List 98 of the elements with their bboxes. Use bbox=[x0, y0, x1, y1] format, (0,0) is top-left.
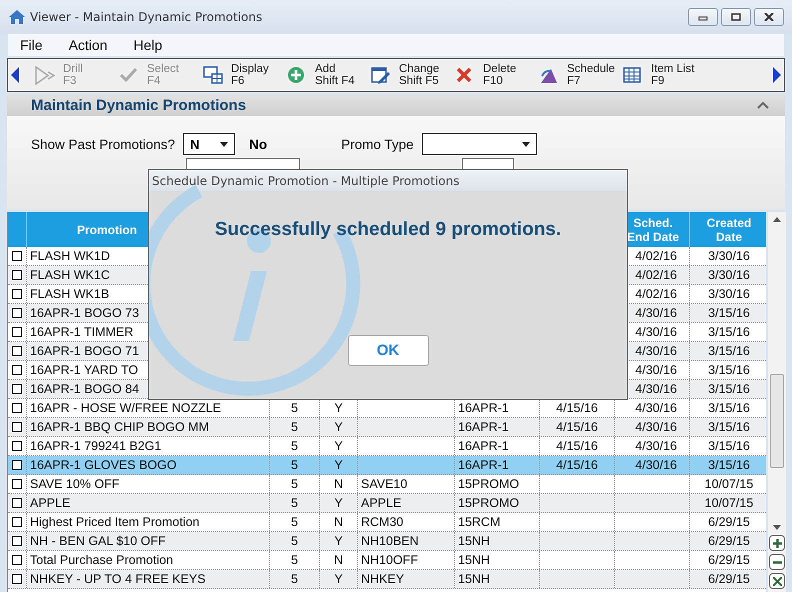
table-cell: 3/30/16 bbox=[708, 268, 750, 282]
table-cell: 3/15/16 bbox=[708, 401, 750, 415]
table-cell: 4/15/16 bbox=[556, 401, 598, 415]
table-cell: N bbox=[334, 553, 344, 567]
table-cell: 3/30/16 bbox=[708, 287, 750, 301]
table-cell: 5 bbox=[291, 401, 298, 415]
table-cell: Total Purchase Promotion bbox=[30, 553, 174, 567]
table-cell: 15PROMO bbox=[458, 477, 520, 491]
table-cell: 5 bbox=[291, 534, 298, 548]
table-cell: 16APR-1 BOGO 73 bbox=[30, 306, 140, 320]
table-cell: 4/30/16 bbox=[635, 325, 677, 339]
table-cell: 3/30/16 bbox=[708, 249, 750, 263]
filter-label: Show Past Promotions? bbox=[31, 136, 176, 152]
table-cell: 6/29/15 bbox=[708, 553, 750, 567]
window-title: Viewer - Maintain Dynamic Promotions bbox=[30, 10, 264, 24]
table-cell: 3/15/16 bbox=[708, 458, 750, 472]
table-cell: 4/02/16 bbox=[635, 287, 677, 301]
table-cell: Y bbox=[334, 420, 343, 434]
table-cell: APPLE bbox=[361, 496, 402, 510]
table-cell: N bbox=[334, 515, 344, 529]
table-cell: APPLE bbox=[30, 496, 70, 510]
table-cell: 4/15/16 bbox=[556, 420, 598, 434]
table-cell: 15NH bbox=[458, 572, 490, 586]
dialog-title: Schedule Dynamic Promotion - Multiple Promotions bbox=[149, 170, 627, 191]
table-cell: 4/30/16 bbox=[635, 458, 677, 472]
section-title: Maintain Dynamic Promotions bbox=[31, 96, 246, 114]
table-cell: Y bbox=[334, 439, 343, 453]
table-cell: 16APR-1 BBQ CHIP BOGO MM bbox=[30, 420, 209, 434]
table-cell: 15PROMO bbox=[458, 496, 520, 510]
table-cell: 16APR-1 bbox=[458, 458, 509, 472]
table-cell: 3/15/16 bbox=[708, 382, 750, 396]
filter-value-text: No bbox=[249, 136, 268, 152]
dialog-message: Successfully scheduled 9 promotions. bbox=[214, 219, 562, 241]
table-cell: 3/15/16 bbox=[708, 439, 750, 453]
table-cell: 16APR-1 YARD TO bbox=[30, 363, 138, 377]
table-cell: 3/15/16 bbox=[708, 420, 750, 434]
table-cell: FLASH WK1B bbox=[30, 287, 110, 301]
table-cell: NH10BEN bbox=[361, 534, 419, 548]
table-cell: 4/30/16 bbox=[635, 306, 677, 320]
table-cell: 3/15/16 bbox=[708, 325, 750, 339]
table-cell: 16APR-1 bbox=[458, 401, 509, 415]
table-cell: NH10OFF bbox=[361, 553, 418, 567]
table-cell: 3/15/16 bbox=[708, 363, 750, 377]
table-cell: 4/30/16 bbox=[635, 439, 677, 453]
table-cell: 4/02/16 bbox=[635, 268, 677, 282]
table-cell: 4/30/16 bbox=[635, 401, 677, 415]
table-cell: 16APR-1 TIMMER bbox=[30, 325, 134, 339]
table-cell: 3/15/16 bbox=[708, 306, 750, 320]
table-cell: 5 bbox=[291, 553, 298, 567]
table-cell: FLASH WK1D bbox=[30, 249, 110, 263]
table-cell: 3/15/16 bbox=[708, 344, 750, 358]
table-cell: 10/07/15 bbox=[704, 477, 754, 491]
table-cell: N bbox=[334, 477, 344, 491]
table-cell: 15NH bbox=[458, 534, 490, 548]
table-cell: Y bbox=[334, 572, 343, 586]
table-cell: 5 bbox=[291, 515, 298, 529]
table-cell: 5 bbox=[291, 458, 298, 472]
table-cell: 4/30/16 bbox=[635, 344, 677, 358]
table-cell: 15RCM bbox=[458, 515, 500, 529]
table-cell: 16APR-1 BOGO 71 bbox=[30, 344, 140, 358]
table-cell: NHKEY bbox=[361, 572, 404, 586]
table-cell: 5 bbox=[291, 420, 298, 434]
table-cell: 6/29/15 bbox=[708, 515, 750, 529]
table-cell: 6/29/15 bbox=[708, 534, 750, 548]
table-cell: NH - BEN GAL $10 OFF bbox=[30, 534, 166, 548]
table-cell: SAVE10 bbox=[361, 477, 408, 491]
table-cell: Highest Priced Item Promotion bbox=[30, 515, 200, 529]
table-cell: 4/30/16 bbox=[635, 382, 677, 396]
column-header: Promotion bbox=[77, 222, 137, 236]
table-cell: Y bbox=[334, 401, 343, 415]
table-cell: 16APR - HOSE W/FREE NOZZLE bbox=[30, 401, 222, 415]
table-cell: Y bbox=[334, 496, 343, 510]
table-cell: Y bbox=[334, 458, 343, 472]
table-cell: NHKEY - UP TO 4 FREE KEYS bbox=[30, 572, 206, 586]
column-header: Sched. End Date bbox=[626, 216, 680, 244]
table-cell: 16APR-1 BOGO 84 bbox=[30, 382, 140, 396]
table-cell: FLASH WK1C bbox=[30, 268, 110, 282]
table-cell: 5 bbox=[291, 572, 298, 586]
table-cell: 16APR-1 799241 B2G1 bbox=[30, 439, 162, 453]
table-cell: Y bbox=[334, 534, 343, 548]
table-cell: 10/07/15 bbox=[704, 496, 754, 510]
table-cell: 16APR-1 bbox=[458, 420, 509, 434]
table-cell: 4/30/16 bbox=[635, 420, 677, 434]
column-header: Created Date bbox=[706, 216, 752, 244]
table-cell: 5 bbox=[291, 496, 298, 510]
table-cell: 5 bbox=[291, 439, 298, 453]
table-cell: 4/15/16 bbox=[556, 458, 598, 472]
filter-label: Promo Type bbox=[341, 136, 414, 152]
table-cell: 5 bbox=[291, 477, 298, 491]
table-cell: 16APR-1 GLOVES BOGO bbox=[30, 458, 177, 472]
table-cell: 4/15/16 bbox=[556, 439, 598, 453]
table-cell: SAVE 10% OFF bbox=[30, 477, 120, 491]
table-cell: 4/30/16 bbox=[635, 363, 677, 377]
table-cell: 15NH bbox=[458, 553, 490, 567]
table-cell: 16APR-1 bbox=[458, 439, 509, 453]
table-cell: 6/29/15 bbox=[708, 572, 750, 586]
table-cell: RCM30 bbox=[361, 515, 404, 529]
table-cell: 4/02/16 bbox=[635, 249, 677, 263]
